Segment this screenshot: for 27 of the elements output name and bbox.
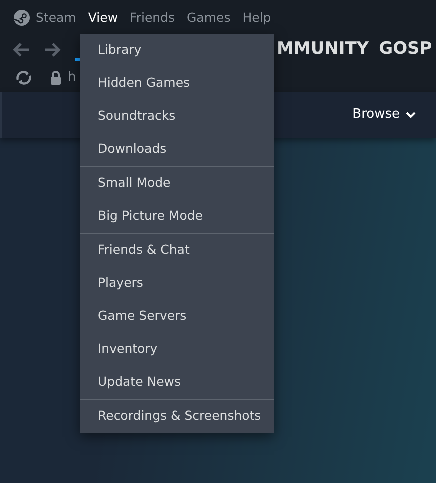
menu-item[interactable]: Game Servers: [80, 300, 274, 333]
menu-item[interactable]: Soundtracks: [80, 100, 274, 133]
reload-icon[interactable]: [16, 71, 32, 85]
chevron-down-icon: [406, 112, 416, 118]
community-tab[interactable]: MMUNITY: [277, 37, 370, 63]
menu-item[interactable]: Library: [80, 34, 274, 67]
menu-item[interactable]: Big Picture Mode: [80, 200, 274, 233]
menu-item[interactable]: Players: [80, 267, 274, 300]
menu-bar-item[interactable]: Games: [187, 8, 231, 28]
profile-tab[interactable]: GOSP: [379, 37, 432, 63]
browse-button[interactable]: Browse: [352, 105, 416, 125]
menu-item[interactable]: Small Mode: [80, 167, 274, 200]
menu-bar-item[interactable]: View: [88, 8, 118, 28]
forward-arrow-icon[interactable]: [43, 42, 61, 58]
lock-icon: [50, 71, 62, 85]
menu-item[interactable]: Hidden Games: [80, 67, 274, 100]
menu-bar-item[interactable]: Steam: [36, 8, 76, 28]
menu-item[interactable]: Update News: [80, 366, 274, 399]
url-text: h: [68, 69, 76, 88]
steam-logo-icon: [14, 10, 30, 26]
back-arrow-icon[interactable]: [13, 42, 31, 58]
menu-item[interactable]: Downloads: [80, 133, 274, 166]
menu-item[interactable]: Inventory: [80, 333, 274, 366]
menu-bar-item[interactable]: Friends: [130, 8, 175, 28]
menu-item[interactable]: Friends & Chat: [80, 234, 274, 267]
menu-item[interactable]: Recordings & Screenshots: [80, 400, 274, 433]
menu-bar-item[interactable]: Help: [242, 8, 272, 28]
